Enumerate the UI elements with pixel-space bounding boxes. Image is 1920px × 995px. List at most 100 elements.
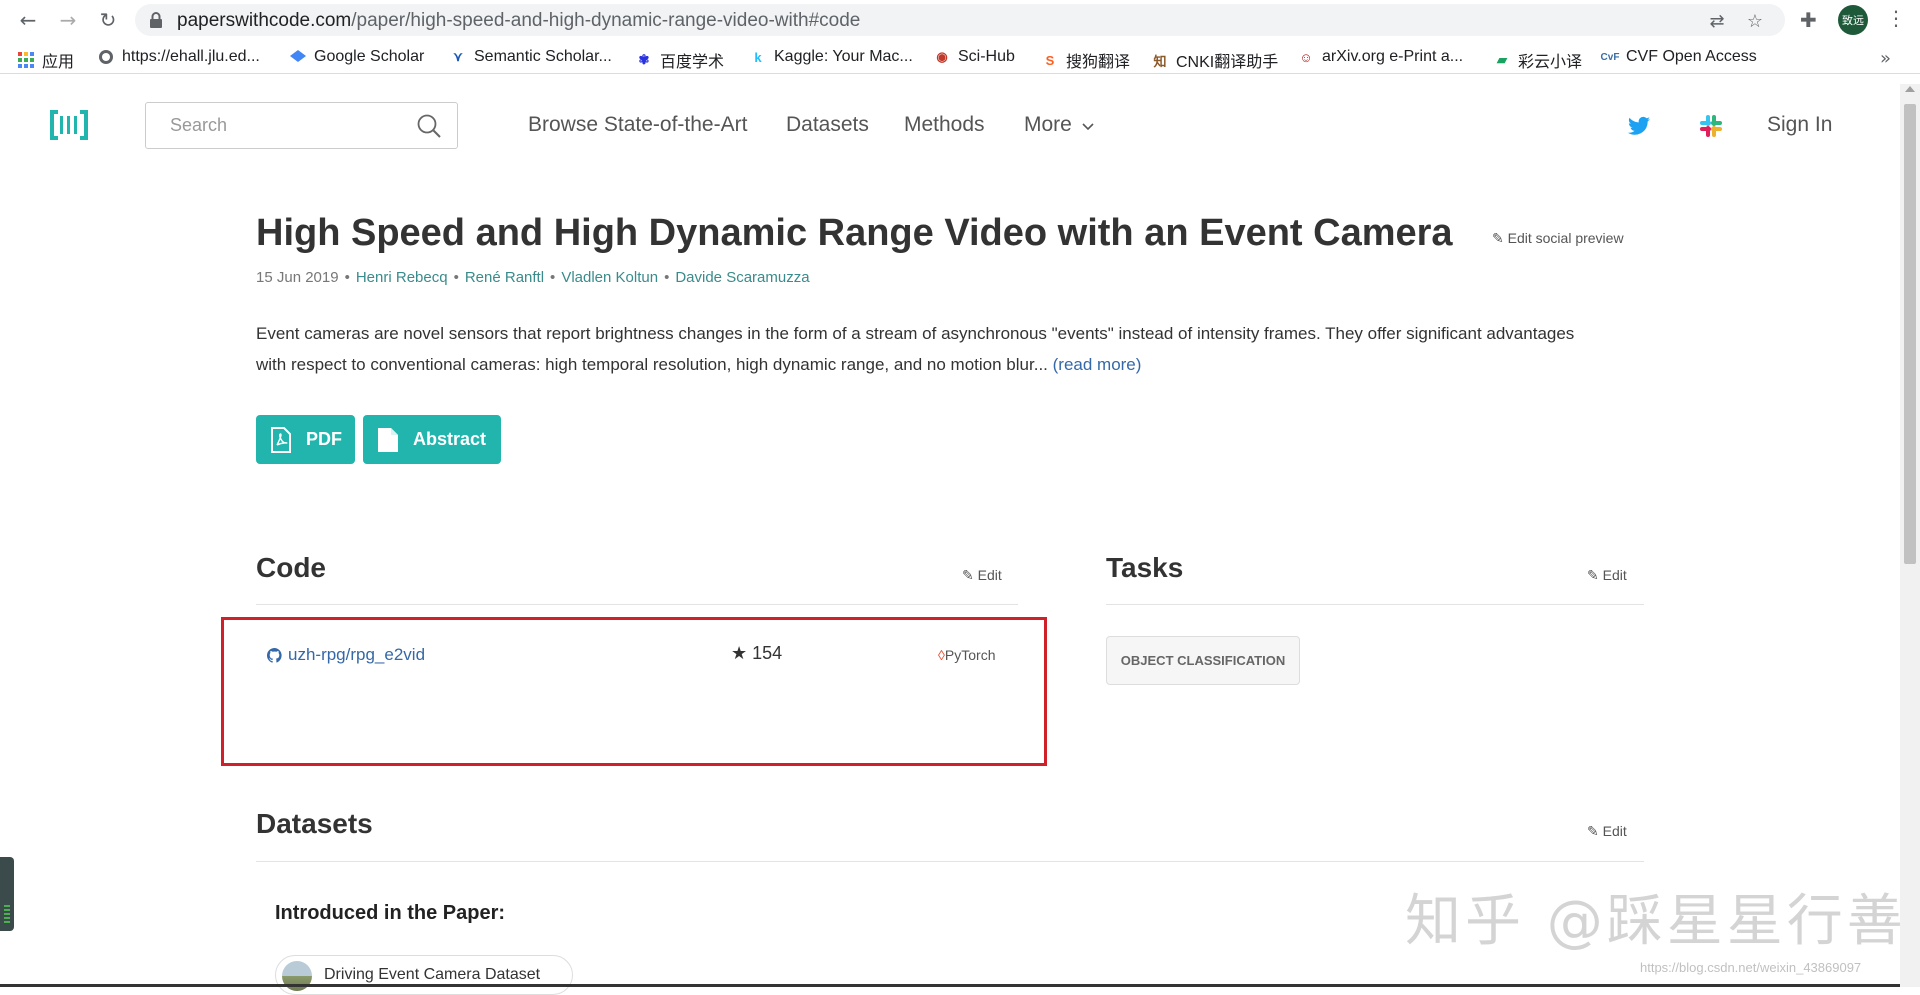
tasks-heading: Tasks bbox=[1106, 552, 1184, 583]
dataset-link[interactable]: Driving Event Camera Dataset bbox=[275, 955, 573, 995]
edit-label: Edit bbox=[977, 567, 1002, 583]
lock-icon bbox=[150, 12, 162, 28]
baidu-icon: ✾ bbox=[638, 52, 650, 67]
search-placeholder: Search bbox=[170, 115, 228, 135]
kaggle-icon: k bbox=[754, 49, 762, 65]
more-bookmarks-button[interactable]: » bbox=[1880, 48, 1891, 69]
bookmark-google-scholar[interactable]: Google Scholar bbox=[290, 48, 424, 66]
paperswithcode-logo-icon[interactable] bbox=[50, 108, 88, 142]
bookmark-sogou[interactable]: S 搜狗翻译 bbox=[1042, 48, 1130, 72]
author-link[interactable]: René Ranftl bbox=[465, 269, 544, 286]
edit-pencil-icon: ✎ bbox=[1587, 823, 1599, 839]
bookmark-cvf[interactable]: CvF CVF Open Access bbox=[1600, 48, 1757, 66]
forward-arrow-icon[interactable]: → bbox=[54, 6, 82, 34]
bookmark-cnki[interactable]: 知 CNKI翻译助手 bbox=[1152, 48, 1278, 72]
bookmark-scihub[interactable]: ◉ Sci-Hub bbox=[934, 48, 1015, 66]
apps-grid-icon bbox=[18, 52, 34, 68]
edit-pencil-icon: ✎ bbox=[1587, 567, 1599, 583]
bookmark-baidu[interactable]: ✾ 百度学术 bbox=[636, 48, 724, 72]
github-icon bbox=[267, 647, 282, 663]
address-bar[interactable]: paperswithcode.com/paper/high-speed-and-… bbox=[135, 4, 1785, 36]
edit-pencil-icon: ✎ bbox=[962, 567, 974, 583]
repo-link[interactable]: uzh-rpg/rpg_e2vid bbox=[267, 645, 425, 665]
abstract-button-label: Abstract bbox=[413, 429, 487, 449]
dataset-name: Driving Event Camera Dataset bbox=[324, 966, 541, 983]
abstract-button[interactable]: Abstract bbox=[363, 415, 501, 464]
caiyun-icon: ▰ bbox=[1497, 52, 1507, 67]
bookmark-ehall[interactable]: https://ehall.jlu.ed... bbox=[98, 48, 260, 66]
edit-social-preview-link[interactable]: ✎ Edit social preview bbox=[1492, 230, 1624, 247]
datasets-heading: Datasets bbox=[256, 808, 373, 839]
paper-meta: 15 Jun 2019 • Henri Rebecq • René Ranftl • Vla… bbox=[256, 269, 810, 286]
extensions-puzzle-icon[interactable]: ✚ bbox=[1800, 8, 1817, 32]
nav-browse-sota[interactable]: Browse State-of-the-Art bbox=[528, 113, 747, 137]
edit-label: Edit bbox=[1602, 567, 1627, 583]
sogou-icon: S bbox=[1045, 52, 1055, 68]
pdf-button-label: PDF bbox=[306, 429, 342, 449]
scroll-up-arrow-icon[interactable] bbox=[1905, 86, 1915, 92]
bookmarks-bar: 应用 https://ehall.jlu.ed... Google Schola… bbox=[0, 44, 1920, 74]
star-count: ★ 154 bbox=[731, 643, 783, 663]
back-arrow-icon[interactable]: ← bbox=[14, 6, 42, 34]
nav-datasets[interactable]: Datasets bbox=[786, 113, 869, 137]
slack-icon[interactable] bbox=[1698, 113, 1724, 139]
abstract-line: Event cameras are novel sensors that rep… bbox=[256, 324, 1575, 343]
profile-avatar[interactable]: 致远 bbox=[1838, 5, 1868, 35]
document-icon bbox=[378, 427, 398, 452]
pytorch-icon: ◊ bbox=[938, 647, 945, 663]
author-link[interactable]: Henri Rebecq bbox=[356, 269, 448, 286]
semantic-scholar-icon: ⋎ bbox=[453, 49, 463, 64]
code-highlight-box bbox=[221, 617, 1047, 766]
tasks-divider bbox=[1106, 604, 1644, 605]
scihub-icon: ◉ bbox=[936, 49, 948, 64]
abstract-line: with respect to conventional cameras: hi… bbox=[256, 355, 1048, 374]
datasets-edit-link[interactable]: ✎ Edit bbox=[1587, 823, 1627, 840]
introduced-heading: Introduced in the Paper: bbox=[275, 902, 506, 924]
edit-social-label: Edit social preview bbox=[1507, 230, 1624, 246]
framework-label: ◊PyTorch bbox=[938, 647, 996, 663]
sign-in-link[interactable]: Sign In bbox=[1767, 113, 1832, 137]
globe-icon bbox=[98, 49, 114, 65]
reload-icon[interactable]: ↻ bbox=[94, 6, 122, 34]
cnki-icon: 知 bbox=[1153, 53, 1167, 69]
google-scholar-icon bbox=[290, 49, 306, 65]
bookmark-star-icon[interactable]: ☆ bbox=[1745, 12, 1765, 32]
tasks-edit-link[interactable]: ✎ Edit bbox=[1587, 567, 1627, 584]
pdf-file-icon bbox=[271, 426, 291, 453]
author-link[interactable]: Vladlen Koltun bbox=[561, 269, 658, 286]
pdf-button[interactable]: PDF bbox=[256, 415, 355, 464]
code-divider bbox=[256, 604, 1018, 605]
repo-name: uzh-rpg/rpg_e2vid bbox=[288, 645, 426, 664]
scrollbar-thumb[interactable] bbox=[1904, 104, 1916, 564]
browser-toolbar: ← → ↻ paperswithcode.com/paper/high-spee… bbox=[0, 0, 1920, 40]
code-heading: Code bbox=[256, 552, 326, 583]
paper-abstract: Event cameras are novel sensors that rep… bbox=[256, 318, 1636, 380]
arxiv-icon: ☺ bbox=[1299, 49, 1313, 65]
side-widget[interactable] bbox=[0, 857, 14, 931]
zhihu-watermark: 知乎 @踩星星行善 bbox=[1405, 889, 1907, 954]
edit-pencil-icon: ✎ bbox=[1492, 230, 1504, 246]
read-more-link[interactable]: (read more) bbox=[1053, 355, 1142, 374]
bookmark-apps[interactable]: 应用 bbox=[18, 48, 74, 72]
cvf-icon: CvF bbox=[1600, 51, 1620, 63]
chevron-down-icon bbox=[1082, 123, 1094, 131]
datasets-divider bbox=[256, 861, 1644, 862]
translate-icon[interactable]: ⇄ bbox=[1707, 12, 1727, 32]
nav-more[interactable]: More bbox=[1024, 113, 1094, 137]
author-link[interactable]: Davide Scaramuzza bbox=[675, 269, 809, 286]
bookmark-kaggle[interactable]: k Kaggle: Your Mac... bbox=[750, 48, 912, 66]
search-icon[interactable] bbox=[416, 113, 442, 139]
bookmark-arxiv[interactable]: ☺ arXiv.org e-Print a... bbox=[1298, 48, 1463, 66]
task-tag[interactable]: OBJECT CLASSIFICATION bbox=[1106, 636, 1300, 685]
framework-name: PyTorch bbox=[944, 647, 996, 663]
bookmark-caiyun[interactable]: ▰ 彩云小译 bbox=[1494, 48, 1582, 72]
edit-label: Edit bbox=[1602, 823, 1627, 839]
browser-menu-icon[interactable]: ⋮ bbox=[1886, 6, 1906, 30]
url-text: paperswithcode.com/paper/high-speed-and-… bbox=[177, 10, 861, 31]
bookmark-semantic-scholar[interactable]: ⋎ Semantic Scholar... bbox=[450, 48, 612, 66]
twitter-icon[interactable] bbox=[1626, 113, 1652, 139]
paper-date: 15 Jun 2019 bbox=[256, 269, 339, 286]
site-search-input[interactable]: Search bbox=[145, 102, 458, 149]
code-edit-link[interactable]: ✎ Edit bbox=[962, 567, 1002, 584]
nav-methods[interactable]: Methods bbox=[904, 113, 985, 137]
